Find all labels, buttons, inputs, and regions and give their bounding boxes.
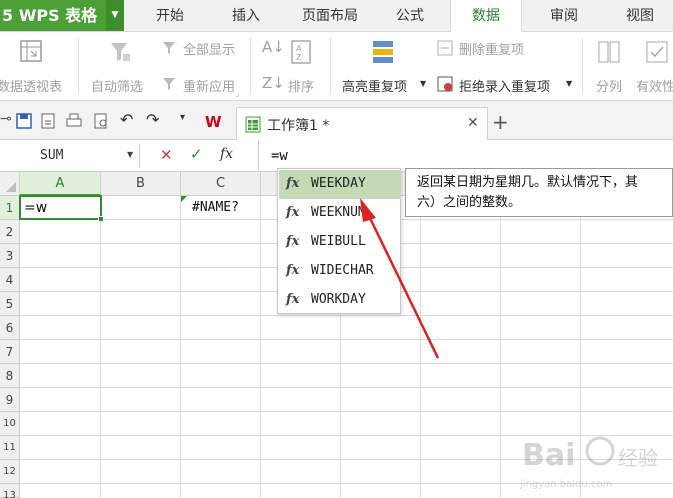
svg-text:经验: 经验: [618, 446, 658, 470]
baidu-jingyan-watermark: Bai 经验 jingyan.baidu.com: [520, 436, 658, 490]
annotation-arrow: [360, 198, 440, 359]
watermark-text: jingyan.baidu.com: [520, 479, 612, 490]
svg-text:Bai: Bai: [522, 438, 575, 473]
wps-spreadsheet-window: { "app": { "logo_text": "5 WPS 表格" }, "t…: [0, 0, 673, 498]
